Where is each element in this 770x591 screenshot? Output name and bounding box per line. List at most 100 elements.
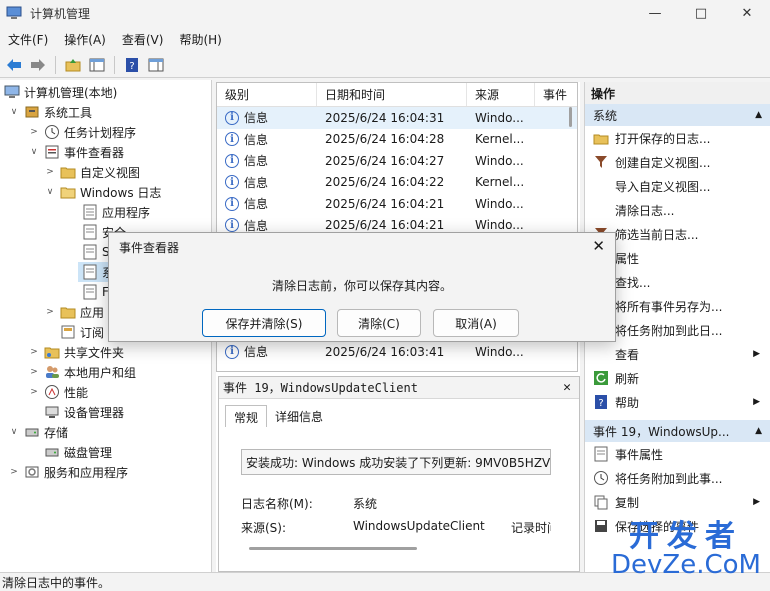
tree-node-storage[interactable]: ∨ 存储 [8,422,68,442]
tree-node-computer-management[interactable]: 计算机管理(本地) [0,82,117,102]
action-event-properties[interactable]: 事件属性 [585,442,770,466]
log-name-value: 系统 [353,497,378,511]
menu-help[interactable]: 帮助(H) [171,31,229,48]
svg-text:?: ? [598,398,603,409]
actions-section-system[interactable]: 系统 ▲ [585,104,770,126]
dialog-close-button[interactable]: ✕ [592,237,605,255]
tree-node-forwarded-events[interactable]: F [78,282,109,302]
column-datetime[interactable]: 日期和时间 [317,83,467,106]
chevron-right-icon[interactable]: > [44,307,56,317]
copy-icon [594,495,608,510]
chevron-right-icon[interactable]: > [28,387,40,397]
chevron-right-icon[interactable]: > [28,127,40,137]
log-icon [83,204,97,220]
table-row[interactable]: i 信息 2025/6/24 16:04:28 Kernel... [217,129,577,151]
back-button[interactable] [4,55,24,75]
action-open-saved-log[interactable]: 打开保存的日志... [585,126,770,150]
watermark: 开发者 DevZe.CoM [606,522,766,586]
table-row[interactable]: i 信息 2025/6/24 16:04:21 Windo... [217,193,577,215]
event-detail-title: 事件 19，WindowsUpdateClient ✕ [219,377,579,399]
tab-details[interactable]: 详细信息 [267,405,331,427]
chevron-right-icon[interactable]: > [8,467,20,477]
clock-icon [45,125,59,139]
detail-scrollbar[interactable] [249,547,417,550]
maximize-button[interactable]: □ [678,0,724,26]
up-folder-button[interactable] [63,55,83,75]
clear-button[interactable]: 清除(C) [337,309,421,337]
action-copy[interactable]: 复制 ▶ [585,490,770,514]
table-row[interactable]: i 信息 2025/6/24 16:04:31 Windo... [217,107,577,129]
tree-node-app-service-logs[interactable]: > 应用 [44,302,104,322]
chevron-right-icon[interactable]: > [28,367,40,377]
save-and-clear-button[interactable]: 保存并清除(S) [202,309,326,337]
tree-node-subscriptions[interactable]: 订阅 [56,322,104,342]
tree-node-windows-logs[interactable]: ∨ Windows 日志 [44,182,162,202]
watermark-line2: DevZe.CoM [611,550,761,580]
column-event-id[interactable]: 事件 [535,83,575,106]
action-view[interactable]: 查看 ▶ [585,342,770,366]
forward-button[interactable] [28,55,48,75]
info-icon: i [225,218,239,233]
action-clear-log[interactable]: 清除日志... [585,198,770,222]
tree-node-shared-folders[interactable]: > 共享文件夹 [28,342,124,362]
tree-node-application[interactable]: 应用程序 [78,202,150,222]
close-button[interactable]: ✕ [724,0,770,26]
minimize-button[interactable]: — [632,0,678,26]
action-refresh[interactable]: 刷新 [585,366,770,390]
log-icon [83,244,97,260]
dialog-message: 清除日志前，你可以保存其内容。 [271,279,452,293]
tree-node-event-viewer[interactable]: ∨ 事件查看器 [28,142,124,162]
event-message-box[interactable]: 安装成功: Windows 成功安装了下列更新: 9MV0B5HZVK [241,449,551,475]
menu-file[interactable]: 文件(F) [0,31,56,48]
event-viewer-icon [45,145,59,159]
log-icon [83,224,97,240]
submenu-arrow-icon: ▶ [753,349,760,359]
table-row[interactable]: i 信息 2025/6/24 16:03:41 Windo... [217,341,567,363]
column-level[interactable]: 级别 [217,83,317,106]
menu-view[interactable]: 查看(V) [114,31,172,48]
chevron-right-icon[interactable]: > [28,347,40,357]
tree-node-device-manager[interactable]: 设备管理器 [40,402,124,422]
action-attach-task-to-event[interactable]: 将任务附加到此事... [585,466,770,490]
source-value: WindowsUpdateClient [353,519,485,533]
action-create-custom-view[interactable]: 创建自定义视图... [585,150,770,174]
action-help[interactable]: ? 帮助 ▶ [585,390,770,414]
collapse-icon[interactable]: ▲ [755,110,762,120]
actions-header: 操作 [585,82,770,104]
help-button[interactable]: ? [122,55,142,75]
tree-node-performance[interactable]: > 性能 [28,382,88,402]
list-scrollbar[interactable] [569,107,572,127]
table-row[interactable]: i 信息 2025/6/24 16:04:27 Windo... [217,150,577,172]
tree-node-services-applications[interactable]: > 服务和应用程序 [8,462,128,482]
show-tree-button[interactable] [87,55,107,75]
show-action-pane-button[interactable] [146,55,166,75]
cancel-button[interactable]: 取消(A) [433,309,519,337]
source-label: 来源(S): [241,521,287,535]
tree-node-task-scheduler[interactable]: > 任务计划程序 [28,122,136,142]
chevron-down-icon[interactable]: ∨ [44,187,56,197]
menu-action[interactable]: 操作(A) [56,31,114,48]
table-row[interactable]: i 信息 2025/6/24 16:04:22 Kernel... [217,172,577,194]
close-icon[interactable]: ✕ [563,380,571,395]
submenu-arrow-icon: ▶ [753,497,760,507]
task-icon [594,471,608,485]
refresh-icon [594,371,608,385]
info-icon: i [225,153,239,168]
actions-section-event[interactable]: 事件 19，WindowsUp... ▲ [585,420,770,442]
tree-node-custom-views[interactable]: > 自定义视图 [44,162,140,182]
title-bar: 计算机管理 — □ ✕ [0,0,770,26]
services-icon [25,466,39,478]
tree-node-disk-management[interactable]: 磁盘管理 [40,442,112,462]
column-source[interactable]: 来源 [467,83,535,106]
chevron-down-icon[interactable]: ∨ [8,427,20,437]
chevron-right-icon[interactable]: > [44,167,56,177]
info-icon: i [225,175,239,190]
collapse-icon[interactable]: ▲ [755,426,762,436]
tree-node-system-tools[interactable]: ∨ 系统工具 [8,102,92,122]
chevron-down-icon[interactable]: ∨ [8,107,20,117]
action-import-custom-view[interactable]: 导入自定义视图... [585,174,770,198]
tab-general[interactable]: 常规 [225,405,268,427]
chevron-down-icon[interactable]: ∨ [28,147,40,157]
tree-node-setup[interactable]: S [78,242,110,262]
tree-node-local-users-groups[interactable]: > 本地用户和组 [28,362,136,382]
